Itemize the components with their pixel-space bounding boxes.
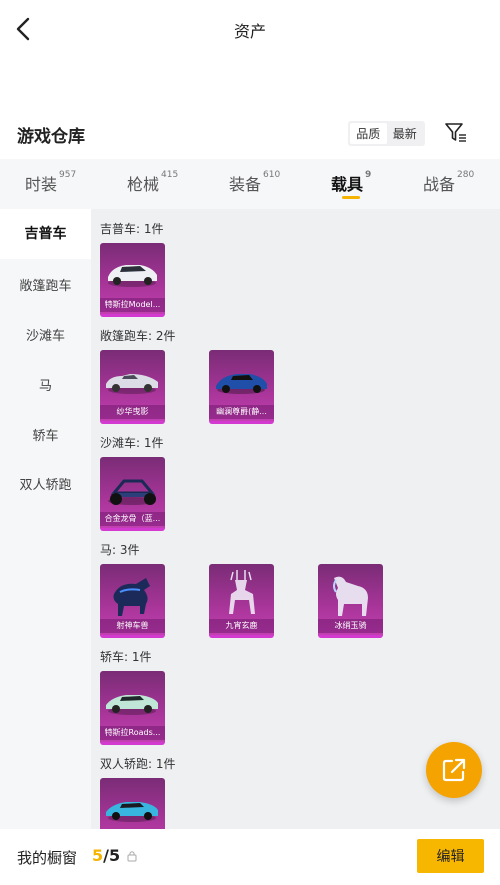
- vehicle-card[interactable]: 九宵玄鹿: [209, 564, 274, 638]
- tab-label: 装备: [229, 175, 262, 194]
- lock-icon: [127, 851, 137, 862]
- tab-tactical[interactable]: 战备 280: [423, 170, 475, 195]
- share-fab-button[interactable]: [426, 742, 482, 798]
- tab-count: 415: [161, 170, 179, 180]
- group-label-sedan: 轿车: 1件: [100, 650, 152, 664]
- tab-guns[interactable]: 枪械 415: [127, 170, 179, 195]
- vehicle-card[interactable]: 纱华曳影: [100, 350, 165, 424]
- sort-toggle: 品质 最新: [348, 121, 425, 146]
- tab-vehicles[interactable]: 载具 9: [331, 170, 372, 195]
- sidebar-item-horse[interactable]: 马: [0, 375, 91, 394]
- category-tabs: 时装 957 枪械 415 装备 610 载具 9 战备 280: [0, 159, 500, 209]
- bottom-bar: 我的橱窗 5/5 编辑: [0, 829, 500, 885]
- showcase-count: 5/5: [92, 846, 120, 865]
- vehicle-card[interactable]: 特斯拉Roads...: [100, 671, 165, 745]
- vehicle-name: 冰绡玉骑: [318, 619, 383, 633]
- vehicle-type-sidebar: 吉普车 敞篷跑车 沙滩车 马 轿车 双人轿跑: [0, 209, 91, 829]
- group-label-coupe: 双人轿跑: 1件: [100, 757, 176, 771]
- sidebar-item-convertible[interactable]: 敞篷跑车: [0, 275, 91, 294]
- tab-count: 610: [263, 170, 281, 180]
- vehicle-name: 特斯拉Roads...: [100, 726, 165, 740]
- tab-label: 时装: [25, 175, 58, 194]
- vehicle-name: 射神车兽: [100, 619, 165, 633]
- tab-label: 载具: [331, 175, 364, 194]
- group-label-convertible: 敞篷跑车: 2件: [100, 329, 176, 343]
- vehicle-name: 纱华曳影: [100, 405, 165, 419]
- group-label-horse: 马: 3件: [100, 543, 140, 557]
- sidebar-item-jeep[interactable]: 吉普车: [0, 209, 91, 259]
- vehicle-card[interactable]: 特斯拉Model...: [100, 243, 165, 317]
- warehouse-title: 游戏仓库: [17, 127, 85, 147]
- showcase-label: 我的橱窗: [17, 849, 78, 867]
- filter-icon[interactable]: [444, 122, 468, 144]
- vehicle-card[interactable]: 幽澜尊爵(静...: [209, 350, 274, 424]
- tab-equipment[interactable]: 装备 610: [229, 170, 281, 195]
- tab-label: 枪械: [127, 175, 160, 194]
- tab-fashion[interactable]: 时装 957: [25, 170, 77, 195]
- vehicle-list: 吉普车: 1件 特斯拉Model... 敞篷跑车: 2件 纱华曳影 幽澜尊爵(静…: [91, 209, 500, 829]
- tab-count: 9: [365, 170, 372, 180]
- showcase-current: 5: [92, 846, 104, 865]
- tab-count: 280: [457, 170, 475, 180]
- vehicle-name: 特斯拉Model...: [100, 298, 165, 312]
- group-label-jeep: 吉普车: 1件: [100, 222, 164, 236]
- top-bar: 资产: [0, 0, 500, 58]
- group-label-beach-buggy: 沙滩车: 1件: [100, 436, 164, 450]
- sidebar-item-beach-buggy[interactable]: 沙滩车: [0, 325, 91, 344]
- vehicle-card[interactable]: 合金龙骨（蓝...: [100, 457, 165, 531]
- vehicle-card[interactable]: 射神车兽: [100, 564, 165, 638]
- cyan-coupe-icon: [106, 802, 158, 822]
- page-title: 资产: [233, 22, 266, 41]
- tab-label: 战备: [423, 175, 456, 194]
- share-external-icon: [442, 758, 466, 782]
- showcase-total: /5: [103, 846, 121, 865]
- sidebar-item-sedan[interactable]: 轿车: [0, 425, 91, 444]
- vehicle-card[interactable]: 冰绡玉骑: [318, 564, 383, 638]
- sort-quality-button[interactable]: 品质: [350, 123, 387, 144]
- vehicle-card[interactable]: [100, 778, 165, 829]
- vehicle-name: 幽澜尊爵(静...: [209, 405, 274, 419]
- sidebar-item-coupe[interactable]: 双人轿跑: [0, 474, 91, 493]
- active-tab-indicator: [342, 196, 360, 199]
- tab-count: 957: [59, 170, 77, 180]
- edit-button[interactable]: 编辑: [417, 839, 484, 873]
- sort-latest-button[interactable]: 最新: [387, 123, 424, 144]
- vehicle-name: 合金龙骨（蓝...: [100, 512, 165, 526]
- vehicle-name: 九宵玄鹿: [209, 619, 274, 633]
